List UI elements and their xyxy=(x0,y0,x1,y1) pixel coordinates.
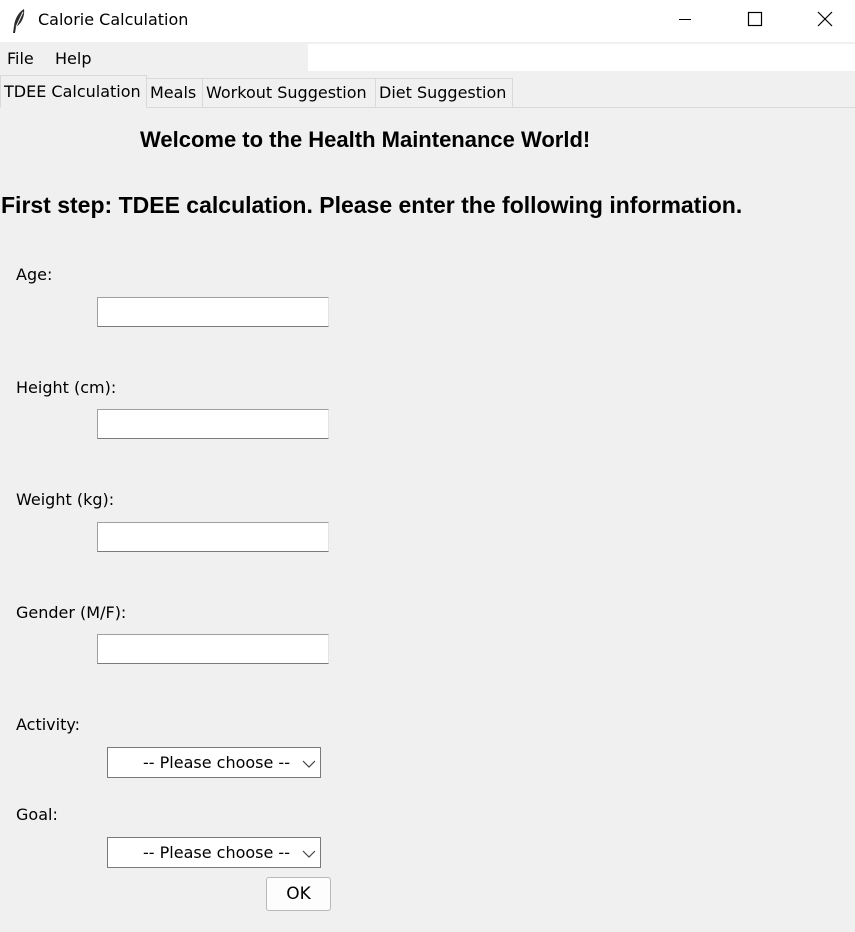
maximize-button[interactable] xyxy=(720,0,790,42)
tab-tdee-calculation[interactable]: TDEE Calculation xyxy=(0,75,147,108)
minimize-button[interactable] xyxy=(650,0,720,42)
weight-label: Weight (kg): xyxy=(16,490,115,509)
menu-bar: File Help xyxy=(0,44,308,72)
activity-label: Activity: xyxy=(16,715,81,734)
activity-select[interactable]: -- Please choose -- xyxy=(107,747,321,778)
ok-button[interactable]: OK xyxy=(266,877,331,911)
age-label: Age: xyxy=(16,265,53,284)
minimize-icon xyxy=(677,11,693,31)
chevron-down-icon[interactable] xyxy=(302,756,316,770)
goal-select[interactable]: -- Please choose -- xyxy=(107,837,321,868)
tab-meals[interactable]: Meals xyxy=(146,78,203,107)
welcome-heading: Welcome to the Health Maintenance World! xyxy=(140,127,591,152)
close-icon xyxy=(816,10,834,32)
goal-selected-value: -- Please choose -- xyxy=(143,843,290,862)
activity-selected-value: -- Please choose -- xyxy=(143,753,290,772)
window-title: Calorie Calculation xyxy=(38,10,189,29)
height-label: Height (cm): xyxy=(16,378,117,397)
weight-input[interactable] xyxy=(97,522,329,552)
title-bar: Calorie Calculation xyxy=(0,0,855,42)
menu-help[interactable]: Help xyxy=(55,49,91,69)
maximize-icon xyxy=(747,11,763,31)
menu-bar-spacer xyxy=(308,44,855,71)
close-button[interactable] xyxy=(790,0,855,42)
gender-label: Gender (M/F): xyxy=(16,603,127,622)
age-input[interactable] xyxy=(97,297,329,327)
gender-input[interactable] xyxy=(97,634,329,664)
tab-diet-suggestion[interactable]: Diet Suggestion xyxy=(375,78,513,107)
height-input[interactable] xyxy=(97,409,329,439)
menu-file[interactable]: File xyxy=(7,49,34,69)
goal-label: Goal: xyxy=(16,805,58,824)
instruction-heading: First step: TDEE calculation. Please ent… xyxy=(1,192,743,218)
chevron-down-icon[interactable] xyxy=(302,846,316,860)
tab-workout-suggestion[interactable]: Workout Suggestion xyxy=(202,78,376,107)
feather-icon xyxy=(10,8,28,34)
